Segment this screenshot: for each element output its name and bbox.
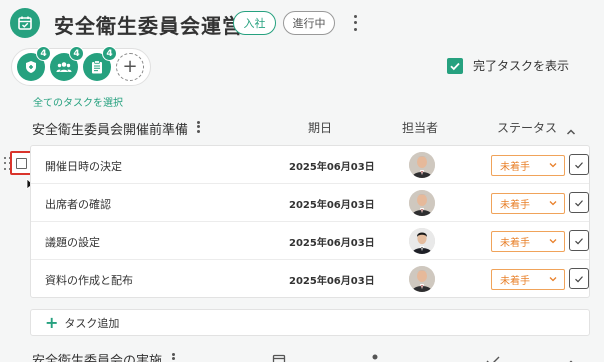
person-icon xyxy=(370,352,380,362)
filter-count-badge: 4 xyxy=(36,46,51,61)
check-icon xyxy=(575,275,583,282)
page-title: 安全衛生委員会運営 xyxy=(54,14,243,38)
filter-count-badge: 4 xyxy=(69,46,84,61)
progress-status-badge[interactable]: 進行中 xyxy=(283,11,335,35)
task-row[interactable]: 資料の作成と配布 2025年06月03日 未着手 xyxy=(31,260,589,298)
project-calendar-icon xyxy=(10,8,40,38)
status-select[interactable]: 未着手 xyxy=(491,193,565,214)
task-row[interactable]: 出席者の確認 2025年06月03日 未着手 xyxy=(31,184,589,222)
task-row[interactable]: 開催日時の決定 2025年06月03日 未着手 xyxy=(31,146,589,184)
column-header-status: ステータス xyxy=(497,121,558,135)
avatar[interactable] xyxy=(409,190,435,216)
task-name[interactable]: 開催日時の決定 xyxy=(45,158,122,174)
add-task-label: タスク追加 xyxy=(64,316,120,330)
group-icon[interactable]: 4 xyxy=(50,46,84,81)
chevron-down-icon xyxy=(549,239,557,244)
column-header-date: 期日 xyxy=(308,121,333,135)
collapse-section-icon[interactable] xyxy=(566,121,576,140)
filter-count-badge: 4 xyxy=(102,46,117,61)
task-due-date[interactable]: 2025年06月03日 xyxy=(289,234,375,249)
check-icon xyxy=(575,161,583,168)
complete-task-button[interactable] xyxy=(569,230,589,251)
complete-task-button[interactable] xyxy=(569,154,589,175)
status-select[interactable]: 未着手 xyxy=(491,269,565,290)
avatar[interactable] xyxy=(409,266,435,292)
section-more-icon[interactable] xyxy=(170,352,176,362)
task-due-date[interactable]: 2025年06月03日 xyxy=(289,158,375,173)
status-select[interactable]: 未着手 xyxy=(491,155,565,176)
task-due-date[interactable]: 2025年06月03日 xyxy=(289,196,375,211)
section-more-icon[interactable] xyxy=(195,120,201,134)
more-options-icon[interactable] xyxy=(350,13,360,33)
task-name[interactable]: 資料の作成と配布 xyxy=(45,272,133,288)
status-select[interactable]: 未着手 xyxy=(491,231,565,252)
status-value: 未着手 xyxy=(500,238,530,249)
task-name[interactable]: 議題の設定 xyxy=(45,234,100,250)
clipboard-icon[interactable]: 4 xyxy=(83,46,117,81)
task-list: 開催日時の決定 2025年06月03日 未着手 出席者の確認 2025年06月0… xyxy=(30,145,590,298)
complete-task-button[interactable] xyxy=(569,192,589,213)
column-header-assignee: 担当者 xyxy=(402,121,439,135)
next-section-title: 安全衛生委員会の実施 xyxy=(32,354,163,362)
assignee-filter-group: 4 4 4 + xyxy=(11,46,151,86)
calendar-icon xyxy=(272,352,286,362)
add-task-button[interactable]: + タスク追加 xyxy=(30,309,590,336)
status-value: 未着手 xyxy=(500,200,530,211)
shield-plus-icon[interactable]: 4 xyxy=(17,46,51,81)
section-title: 安全衛生委員会開催前準備 xyxy=(32,123,189,138)
check-icon xyxy=(575,199,583,206)
show-completed-label: 完了タスクを表示 xyxy=(473,59,570,73)
check-icon xyxy=(575,237,583,244)
plus-icon: + xyxy=(45,312,59,332)
avatar[interactable] xyxy=(409,228,435,254)
chevron-down-icon xyxy=(549,163,557,168)
task-row[interactable]: 議題の設定 2025年06月03日 未着手 xyxy=(31,222,589,260)
task-due-date[interactable]: 2025年06月03日 xyxy=(289,272,375,287)
check-icon xyxy=(486,352,500,362)
join-badge[interactable]: 入社 xyxy=(233,11,276,35)
add-assignee-button[interactable]: + xyxy=(116,53,144,81)
status-value: 未着手 xyxy=(500,162,530,173)
chevron-down-icon xyxy=(549,277,557,282)
status-value: 未着手 xyxy=(500,276,530,287)
show-completed-toggle[interactable]: 完了タスクを表示 xyxy=(447,57,569,74)
avatar[interactable] xyxy=(409,152,435,178)
task-name[interactable]: 出席者の確認 xyxy=(45,196,111,212)
chevron-down-icon xyxy=(549,201,557,206)
checkbox-checked-icon[interactable] xyxy=(447,57,463,74)
select-all-tasks-link[interactable]: 全てのタスクを選択 xyxy=(33,94,123,109)
collapse-section-icon[interactable] xyxy=(566,352,576,362)
complete-task-button[interactable] xyxy=(569,268,589,289)
